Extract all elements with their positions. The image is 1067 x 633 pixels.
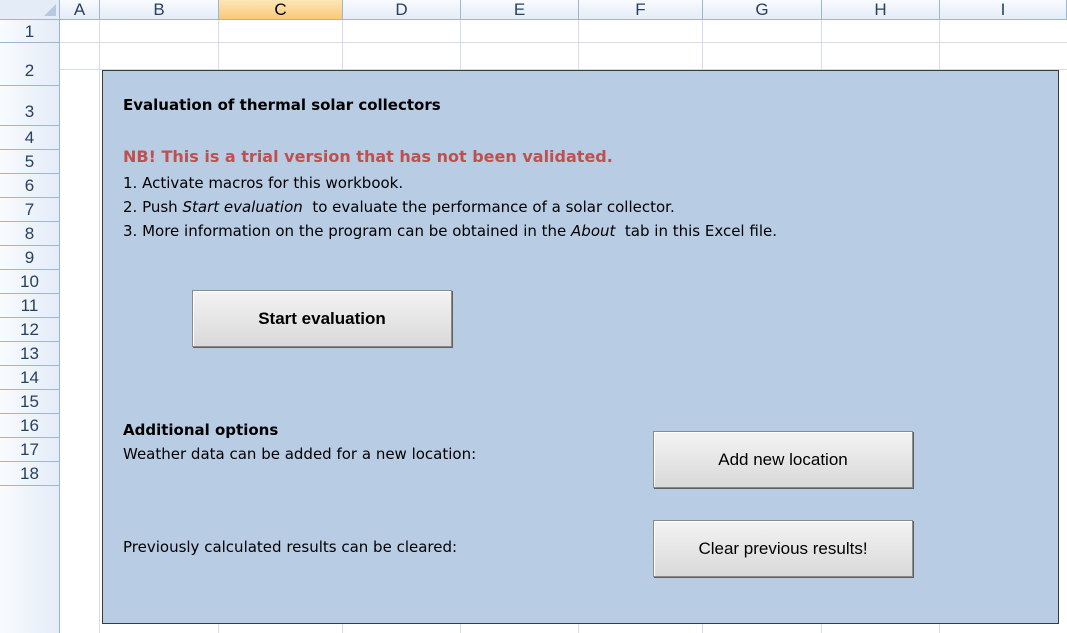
column-header-i[interactable]: I: [940, 0, 1067, 20]
weather-data-text: Weather data can be added for a new loca…: [123, 445, 477, 463]
column-header-a[interactable]: A: [60, 0, 100, 20]
panel-title: Evaluation of thermal solar collectors: [123, 96, 441, 114]
column-header-h[interactable]: H: [822, 0, 940, 20]
row-header-4[interactable]: 4: [0, 126, 60, 150]
trial-warning: NB! This is a trial version that has not…: [123, 147, 613, 166]
row-header-7[interactable]: 7: [0, 198, 60, 222]
row-header-5[interactable]: 5: [0, 150, 60, 174]
step-2-emphasis: Start evaluation: [182, 198, 303, 216]
row-header-16[interactable]: 16: [0, 414, 60, 438]
row-header-11[interactable]: 11: [0, 294, 60, 318]
step-3-emphasis: About: [571, 222, 616, 240]
row-header-14[interactable]: 14: [0, 366, 60, 390]
column-header-g[interactable]: G: [703, 0, 822, 20]
column-header-d[interactable]: D: [343, 0, 461, 20]
row-header-17[interactable]: 17: [0, 438, 60, 462]
row-header-9[interactable]: 9: [0, 246, 60, 270]
row-header-8[interactable]: 8: [0, 222, 60, 246]
column-header-c[interactable]: C: [219, 0, 343, 20]
row-header-6[interactable]: 6: [0, 174, 60, 198]
column-header-f[interactable]: F: [579, 0, 703, 20]
start-evaluation-button[interactable]: Start evaluation: [192, 290, 452, 347]
row-header-13[interactable]: 13: [0, 342, 60, 366]
gridline: [99, 20, 100, 633]
column-header-b[interactable]: B: [100, 0, 219, 20]
gridline: [60, 42, 1067, 43]
row-header-2[interactable]: 2: [0, 43, 60, 86]
clear-previous-results-button[interactable]: Clear previous results!: [653, 520, 913, 577]
clear-results-text: Previously calculated results can be cle…: [123, 538, 458, 556]
column-header-e[interactable]: E: [461, 0, 579, 20]
row-header-18[interactable]: 18: [0, 462, 60, 486]
add-new-location-button[interactable]: Add new location: [653, 431, 913, 488]
step-1-text: 1. Activate macros for this workbook.: [123, 174, 404, 192]
step-2-suffix: to evaluate the performance of a solar c…: [302, 198, 675, 216]
evaluation-panel: Evaluation of thermal solar collectors N…: [102, 70, 1059, 624]
step-2-prefix: 2. Push: [123, 198, 183, 216]
row-header-3[interactable]: 3: [0, 86, 60, 126]
step-2-text: 2. Push Start evaluation to evaluate the…: [123, 198, 675, 216]
select-all-corner[interactable]: [0, 0, 60, 20]
row-header-empty: [0, 486, 60, 633]
row-header-10[interactable]: 10: [0, 270, 60, 294]
row-header-15[interactable]: 15: [0, 390, 60, 414]
row-header-1[interactable]: 1: [0, 20, 60, 43]
additional-options-title: Additional options: [123, 421, 279, 439]
step-3-prefix: 3. More information on the program can b…: [123, 222, 572, 240]
step-3-text: 3. More information on the program can b…: [123, 222, 777, 240]
select-all-triangle-icon: [44, 4, 56, 16]
row-header-12[interactable]: 12: [0, 318, 60, 342]
step-3-suffix: tab in this Excel file.: [615, 222, 777, 240]
